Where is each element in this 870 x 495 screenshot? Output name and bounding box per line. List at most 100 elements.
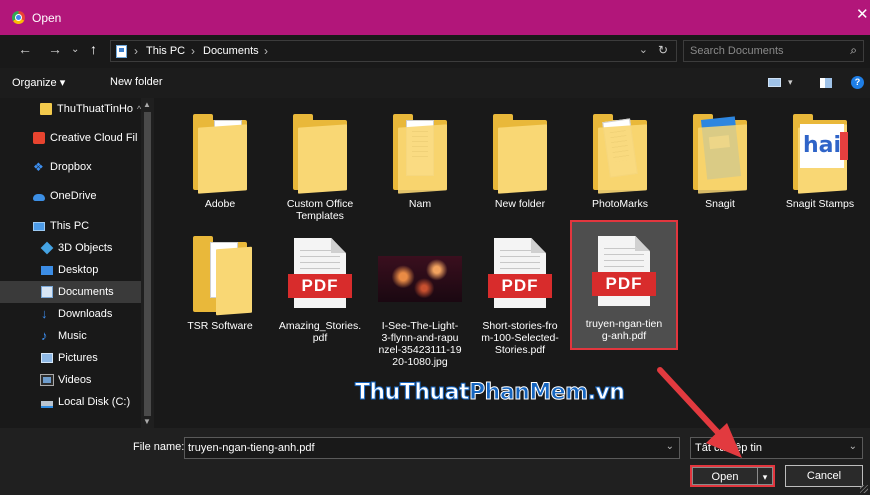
folder-icon (670, 112, 770, 194)
folder-icon (570, 112, 670, 194)
file-item-nam[interactable]: Nam (370, 102, 470, 224)
dropbox-icon: ❖ (33, 160, 44, 174)
file-item-label: truyen-ngan-tien g-anh.pdf (585, 318, 663, 342)
open-button-label[interactable]: Open (692, 467, 758, 485)
sidebar-item-local-disk[interactable]: Local Disk (C:) (0, 391, 141, 413)
organize-button[interactable]: Organize ▾ (12, 76, 65, 89)
file-item-label: Adobe (204, 198, 236, 210)
breadcrumb-documents[interactable]: Documents (203, 45, 259, 57)
this-pc-icon (116, 45, 127, 58)
file-item-new-folder[interactable]: New folder (470, 102, 570, 224)
search-icon[interactable]: ⌕ (850, 43, 857, 58)
command-bar: Organize ▾ New folder ▾ ? (0, 68, 870, 98)
resize-grip-icon[interactable] (860, 485, 868, 493)
window-title: Open (32, 10, 62, 25)
folder-icon (370, 112, 470, 194)
up-arrow-icon[interactable]: ↑ (90, 41, 97, 57)
file-item-label: I-See-The-Light- 3-flynn-and-rapu nzel-3… (378, 320, 462, 368)
image-thumbnail (370, 234, 470, 316)
file-name-combobox[interactable]: ⌄ (184, 437, 680, 459)
file-item-truyen-ngan-tieng-anh-pdf[interactable]: PDF truyen-ngan-tien g-anh.pdf (570, 220, 678, 350)
view-options-chevron-icon[interactable]: ▾ (788, 77, 793, 88)
file-item-photomarks[interactable]: PhotoMarks (570, 102, 670, 224)
search-box[interactable]: ⌕ (683, 40, 864, 62)
sidebar-item-3d-objects[interactable]: 3D Objects (0, 237, 141, 259)
sidebar-item-dropbox[interactable]: ❖ Dropbox (0, 156, 141, 178)
sidebar-item-label: Videos (58, 374, 92, 386)
preview-pane-icon[interactable] (820, 78, 832, 88)
pdf-file-icon: PDF (572, 232, 676, 314)
file-type-select[interactable]: Tất cả Tệp tin ⌄ (690, 437, 863, 459)
sidebar-scrollbar[interactable]: ▲ ▼ (141, 98, 154, 428)
file-item-snagit[interactable]: Snagit (670, 102, 770, 224)
back-arrow-icon[interactable]: ← (18, 41, 32, 57)
sidebar-item-desktop[interactable]: Desktop (0, 259, 141, 281)
sidebar-scrollbar-thumb[interactable] (144, 112, 151, 416)
folder-icon (170, 234, 270, 316)
scroll-up-arrow-icon[interactable]: ▲ (143, 100, 151, 109)
sidebar-item-videos[interactable]: Videos (0, 369, 141, 391)
cancel-button[interactable]: Cancel (785, 465, 863, 487)
file-item-custom-office-templates[interactable]: Custom Office Templates (270, 102, 370, 224)
change-view-icon[interactable] (768, 78, 781, 87)
watermark-logo: ThuThuatPhanMem.vn (354, 380, 625, 406)
breadcrumb-this-pc[interactable]: This PC (146, 45, 185, 57)
breadcrumb-separator-icon[interactable]: › (134, 44, 138, 58)
chevron-down-icon[interactable]: ⌄ (666, 441, 674, 452)
file-name-input[interactable] (188, 440, 648, 456)
sidebar-item-creative-cloud[interactable]: Creative Cloud Fil (0, 127, 141, 149)
sidebar-item-label: Downloads (58, 308, 113, 320)
open-split-dropdown-icon[interactable]: ▾ (758, 467, 773, 485)
folder-icon (170, 112, 270, 194)
sidebar-item-pictures[interactable]: Pictures (0, 347, 141, 369)
sidebar-item-onedrive[interactable]: OneDrive (0, 185, 141, 207)
breadcrumb-separator-icon[interactable]: › (191, 44, 195, 58)
file-item-short-stories-pdf[interactable]: PDF Short-stories-fro m-100-Selected- St… (470, 224, 570, 356)
file-item-adobe[interactable]: Adobe (170, 102, 270, 224)
file-item-label: Snagit (705, 198, 735, 210)
pdf-badge: PDF (288, 274, 352, 298)
sidebar-item-thuthuattinho[interactable]: ThuThuatTinHo ^ (0, 98, 141, 120)
breadcrumb-separator-icon[interactable]: › (264, 44, 268, 58)
sidebar-item-label: ThuThuatTinHo (57, 103, 134, 115)
sidebar-item-documents[interactable]: Documents (0, 281, 141, 303)
file-item-i-see-the-light-jpg[interactable]: I-See-The-Light- 3-flynn-and-rapu nzel-3… (370, 224, 470, 368)
navigation-pane: ThuThuatTinHo ^ Creative Cloud Fil ❖ Dro… (0, 98, 154, 428)
sidebar-item-label: Creative Cloud Fil (50, 132, 138, 144)
address-dropdown-icon[interactable]: ⌄ (639, 43, 648, 56)
sidebar-item-label: Music (58, 330, 87, 342)
music-icon: ♪ (41, 328, 48, 343)
videos-icon (40, 374, 54, 386)
help-icon[interactable]: ? (851, 76, 864, 89)
sidebar-item-this-pc[interactable]: This PC (0, 215, 141, 237)
file-item-amazing-stories-pdf[interactable]: PDF Amazing_Stories. pdf (270, 224, 370, 346)
file-item-label: Amazing_Stories. pdf (278, 320, 362, 344)
sidebar-item-music[interactable]: ♪ Music (0, 325, 141, 347)
refresh-icon[interactable]: ↻ (658, 43, 668, 57)
search-input[interactable] (690, 43, 840, 59)
address-bar[interactable]: › This PC › Documents › ⌄ ↻ (110, 40, 677, 62)
chevron-down-icon[interactable]: ⌄ (849, 441, 857, 452)
sidebar-item-label: Documents (58, 286, 114, 298)
file-item-label: Custom Office Templates (286, 198, 354, 222)
scroll-down-arrow-icon[interactable]: ▼ (143, 417, 151, 426)
sidebar-item-downloads[interactable]: ↓ Downloads (0, 303, 141, 325)
sidebar-item-label: OneDrive (50, 190, 97, 202)
open-button[interactable]: Open ▾ (690, 465, 775, 487)
pdf-file-icon: PDF (270, 234, 370, 316)
file-item-snagit-stamps[interactable]: hai Snagit Stamps (770, 102, 870, 224)
recent-locations-chevron-icon[interactable]: ⌄ (71, 44, 79, 55)
close-icon[interactable]: ✕ (856, 5, 870, 25)
creative-cloud-icon (33, 132, 45, 144)
new-folder-button[interactable]: New folder (110, 76, 163, 88)
forward-arrow-icon[interactable]: → (48, 41, 62, 57)
file-type-value: Tất cả Tệp tin (695, 442, 763, 454)
address-row: ← → ⌄ ↑ › This PC › Documents › ⌄ ↻ ⌕ (0, 35, 870, 68)
file-item-label: TSR Software (187, 320, 253, 332)
pdf-badge: PDF (488, 274, 552, 298)
sidebar-item-label: Local Disk (C:) (58, 396, 131, 408)
sidebar-item-label: Pictures (58, 352, 98, 364)
sidebar-item-label: 3D Objects (58, 242, 113, 254)
file-item-tsr-software[interactable]: TSR Software (170, 224, 270, 346)
file-dialog-footer: File name: ⌄ Tất cả Tệp tin ⌄ Open ▾ Can… (0, 428, 870, 495)
